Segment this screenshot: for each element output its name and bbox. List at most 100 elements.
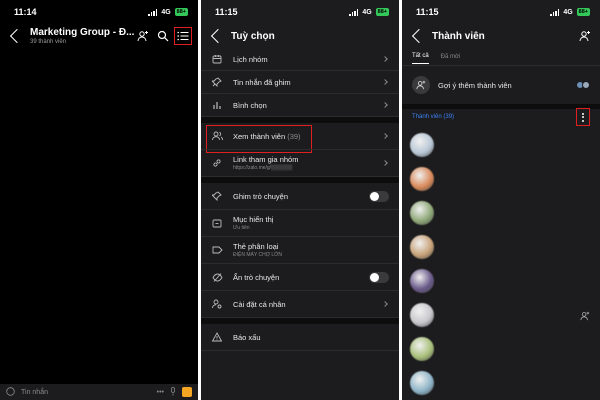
status-bar: 11:15 4G 88+ — [201, 0, 399, 24]
page-title: Tuỳ chọn — [231, 30, 275, 42]
network-label: 4G — [161, 8, 171, 16]
list-item[interactable] — [402, 332, 600, 366]
option-display-folder[interactable]: Mục hiển thị Ưu tiên — [201, 210, 399, 237]
link-icon — [211, 158, 223, 168]
pin-chat-icon — [211, 191, 223, 201]
option-tag[interactable]: Thẻ phân loại ĐIỆN MÁY CHỢ LỚN — [201, 237, 399, 264]
option-label: Tin nhắn đã ghim — [233, 77, 291, 87]
option-group-calendar[interactable]: Lịch nhóm — [201, 48, 399, 71]
chat-header: Marketing Group - Đ... 39 thành viên — [0, 24, 198, 48]
option-label: Báo xấu — [233, 332, 261, 342]
mic-icon[interactable] — [170, 386, 176, 398]
option-view-members[interactable]: Xem thành viên (39) — [201, 123, 399, 150]
members-header: Thành viên — [402, 24, 600, 48]
option-label: Lịch nhóm — [233, 54, 268, 64]
pin-chat-toggle[interactable] — [369, 190, 389, 202]
avatar — [410, 201, 434, 225]
option-pin-chat: Ghim trò chuyện — [201, 183, 399, 210]
option-label: Mục hiển thị — [233, 215, 274, 224]
list-item[interactable] — [402, 196, 600, 230]
members-icon — [211, 131, 223, 141]
list-item[interactable] — [402, 230, 600, 264]
back-icon[interactable] — [9, 28, 25, 44]
tab-invited[interactable]: Đã mời — [441, 50, 461, 64]
emoji-icon[interactable] — [6, 386, 15, 398]
avatar — [410, 235, 434, 259]
message-input[interactable]: Tin nhắn — [21, 389, 48, 396]
avatar — [410, 337, 434, 361]
add-member-icon[interactable] — [578, 29, 592, 43]
option-sub: https://zalo.me/g/▒▒▒▒▒▒ — [233, 165, 293, 171]
option-join-link[interactable]: Link tham gia nhóm https://zalo.me/g/▒▒▒▒… — [201, 150, 399, 177]
tag-icon — [211, 246, 223, 254]
chevron-right-icon — [382, 56, 388, 62]
poll-icon — [211, 100, 223, 110]
status-time: 11:15 — [215, 7, 238, 17]
chevron-right-icon — [382, 160, 388, 166]
list-item[interactable] — [402, 366, 600, 400]
group-member-count: 39 thành viên — [30, 39, 67, 45]
option-personal-settings[interactable]: Cài đặt cá nhân — [201, 291, 399, 318]
option-label: Thẻ phân loại — [233, 242, 279, 251]
add-member-icon — [412, 76, 430, 94]
options-list: Lịch nhóm Tin nhắn đã ghim Bình chọn Xem… — [201, 48, 399, 400]
more-options-icon[interactable]: ••• — [157, 389, 164, 396]
member-list — [402, 128, 600, 400]
member-count: (39) — [287, 131, 301, 141]
suggested-avatars — [576, 81, 590, 89]
status-time: 11:15 — [416, 7, 439, 17]
signal-icon — [550, 8, 560, 16]
avatar — [410, 133, 434, 157]
phone-chat-screen: 11:14 4G 88+ Marketing Group - Đ... 39 t… — [0, 0, 198, 400]
list-item[interactable] — [402, 298, 600, 332]
add-member-icon[interactable] — [136, 29, 150, 43]
back-icon[interactable] — [210, 28, 226, 44]
search-icon[interactable] — [156, 29, 170, 43]
status-bar: 11:15 4G 88+ — [402, 0, 600, 24]
sticker-icon[interactable] — [182, 387, 192, 397]
avatar — [410, 371, 434, 395]
option-label: Ghim trò chuyện — [233, 191, 289, 201]
suggest-members-row[interactable]: Gợi ý thêm thành viên — [402, 66, 600, 104]
avatar — [410, 269, 434, 293]
menu-list-icon[interactable] — [174, 27, 192, 45]
report-icon — [211, 332, 223, 342]
avatar — [410, 167, 434, 191]
folder-icon — [211, 218, 223, 228]
chevron-right-icon — [382, 102, 388, 108]
status-time: 11:14 — [14, 7, 37, 17]
avatar — [582, 81, 590, 89]
option-report[interactable]: Báo xấu — [201, 324, 399, 351]
more-vertical-icon[interactable] — [576, 108, 590, 126]
phone-options-screen: 11:15 4G 88+ Tuỳ chọn Lịch nhóm Tin nhắn… — [201, 0, 399, 400]
calendar-icon — [211, 54, 223, 64]
group-title[interactable]: Marketing Group - Đ... — [30, 27, 136, 38]
option-pinned-messages[interactable]: Tin nhắn đã ghim — [201, 71, 399, 94]
status-bar: 11:14 4G 88+ — [0, 0, 198, 24]
battery-icon: 88+ — [375, 8, 389, 16]
add-friend-icon[interactable] — [580, 308, 590, 326]
back-icon[interactable] — [411, 28, 427, 44]
signal-icon — [148, 8, 158, 16]
option-label: Ẩn trò chuyện — [233, 272, 280, 282]
option-label: Cài đặt cá nhân — [233, 299, 286, 309]
option-label: Link tham gia nhóm — [233, 155, 299, 164]
members-count-label: Thành viên (39) — [412, 114, 455, 120]
battery-icon: 88+ — [174, 8, 188, 16]
chevron-right-icon — [382, 79, 388, 85]
battery-icon: 88+ — [576, 8, 590, 16]
list-item[interactable] — [402, 162, 600, 196]
page-title: Thành viên — [432, 30, 485, 42]
suggest-label: Gợi ý thêm thành viên — [438, 80, 512, 90]
option-polls[interactable]: Bình chọn — [201, 94, 399, 117]
hide-chat-toggle[interactable] — [369, 271, 389, 283]
option-label: Bình chọn — [233, 100, 267, 110]
option-hide-chat: Ẩn trò chuyện — [201, 264, 399, 291]
tab-all[interactable]: Tất cả — [412, 49, 429, 64]
list-item[interactable] — [402, 128, 600, 162]
pin-icon — [211, 77, 223, 87]
network-label: 4G — [362, 8, 372, 16]
list-item[interactable] — [402, 264, 600, 298]
avatar — [410, 303, 434, 327]
member-tabs: Tất cả Đã mời — [402, 48, 600, 66]
